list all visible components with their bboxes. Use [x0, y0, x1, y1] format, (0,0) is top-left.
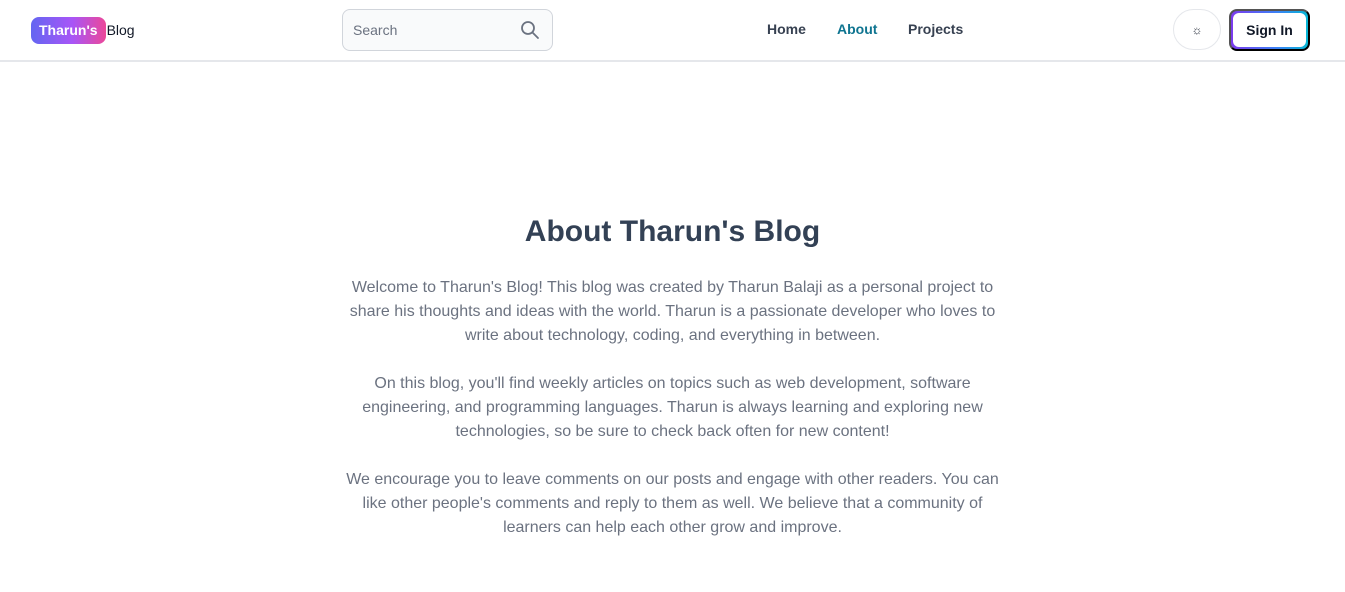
navbar: Tharun's Blog Home About Projects ☼ Sign… [0, 0, 1345, 62]
about-paragraph: On this blog, you'll find weekly article… [362, 375, 983, 440]
about-paragraph: We encourage you to leave comments on ou… [346, 471, 999, 536]
search-form [342, 9, 553, 51]
nav-link-home[interactable]: Home [767, 21, 806, 37]
sign-in-button[interactable]: Sign In [1229, 9, 1310, 51]
about-body: Welcome to Tharun's Blog! This blog was … [343, 276, 1003, 540]
brand-badge: Tharun's [31, 16, 106, 44]
theme-toggle-button[interactable]: ☼ [1173, 9, 1221, 50]
search-icon[interactable] [520, 20, 540, 40]
brand-text: Blog [106, 22, 135, 38]
brand-logo-link[interactable]: Tharun's Blog [31, 16, 135, 44]
about-section: About Tharun's Blog Welcome to Tharun's … [0, 210, 1345, 564]
sun-icon: ☼ [1191, 22, 1203, 37]
page-title: About Tharun's Blog [524, 215, 821, 248]
search-input[interactable] [343, 10, 513, 50]
about-paragraph: Welcome to Tharun's Blog! This blog was … [349, 279, 996, 344]
nav-link-about[interactable]: About [837, 21, 877, 37]
nav-link-projects[interactable]: Projects [908, 21, 963, 37]
sign-in-label: Sign In [1233, 13, 1306, 47]
